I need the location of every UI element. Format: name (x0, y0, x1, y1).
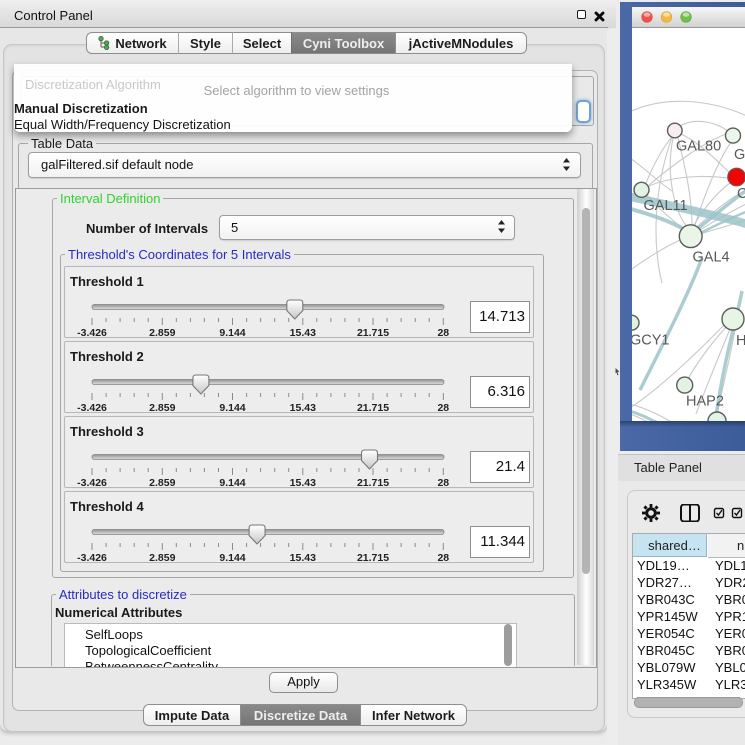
svg-text:2.859: 2.859 (149, 477, 175, 486)
svg-text:15.43: 15.43 (290, 477, 316, 486)
svg-text:28: 28 (437, 402, 449, 411)
svg-text:21.715: 21.715 (357, 402, 389, 411)
svg-text:-3.426: -3.426 (77, 552, 107, 561)
svg-text:21.715: 21.715 (357, 327, 389, 336)
svg-text:2.859: 2.859 (149, 552, 175, 561)
svg-text:28: 28 (437, 477, 449, 486)
svg-text:21.715: 21.715 (357, 552, 389, 561)
svg-text:GCY1: GCY1 (632, 333, 670, 349)
svg-text:H: H (736, 333, 745, 349)
svg-text:HAP2: HAP2 (686, 394, 724, 410)
svg-text:C: C (737, 186, 745, 202)
svg-text:-3.426: -3.426 (77, 327, 107, 336)
svg-text:9.144: 9.144 (219, 477, 245, 486)
svg-text:28: 28 (437, 552, 449, 561)
svg-text:15.43: 15.43 (290, 402, 316, 411)
svg-text:28: 28 (437, 327, 449, 336)
svg-text:-3.426: -3.426 (77, 402, 107, 411)
svg-text:GAL11: GAL11 (644, 198, 688, 214)
svg-text:GAL7: GAL7 (734, 147, 745, 163)
svg-text:21.715: 21.715 (357, 477, 389, 486)
svg-text:9.144: 9.144 (219, 552, 245, 561)
svg-text:2.859: 2.859 (149, 402, 175, 411)
svg-text:GAL80: GAL80 (676, 139, 721, 155)
svg-text:15.43: 15.43 (290, 327, 316, 336)
svg-text:9.144: 9.144 (219, 402, 245, 411)
svg-text:15.43: 15.43 (290, 552, 316, 561)
svg-text:9.144: 9.144 (219, 327, 245, 336)
svg-text:GAL4: GAL4 (693, 250, 730, 266)
svg-text:2.859: 2.859 (149, 327, 175, 336)
svg-text:-3.426: -3.426 (77, 477, 107, 486)
